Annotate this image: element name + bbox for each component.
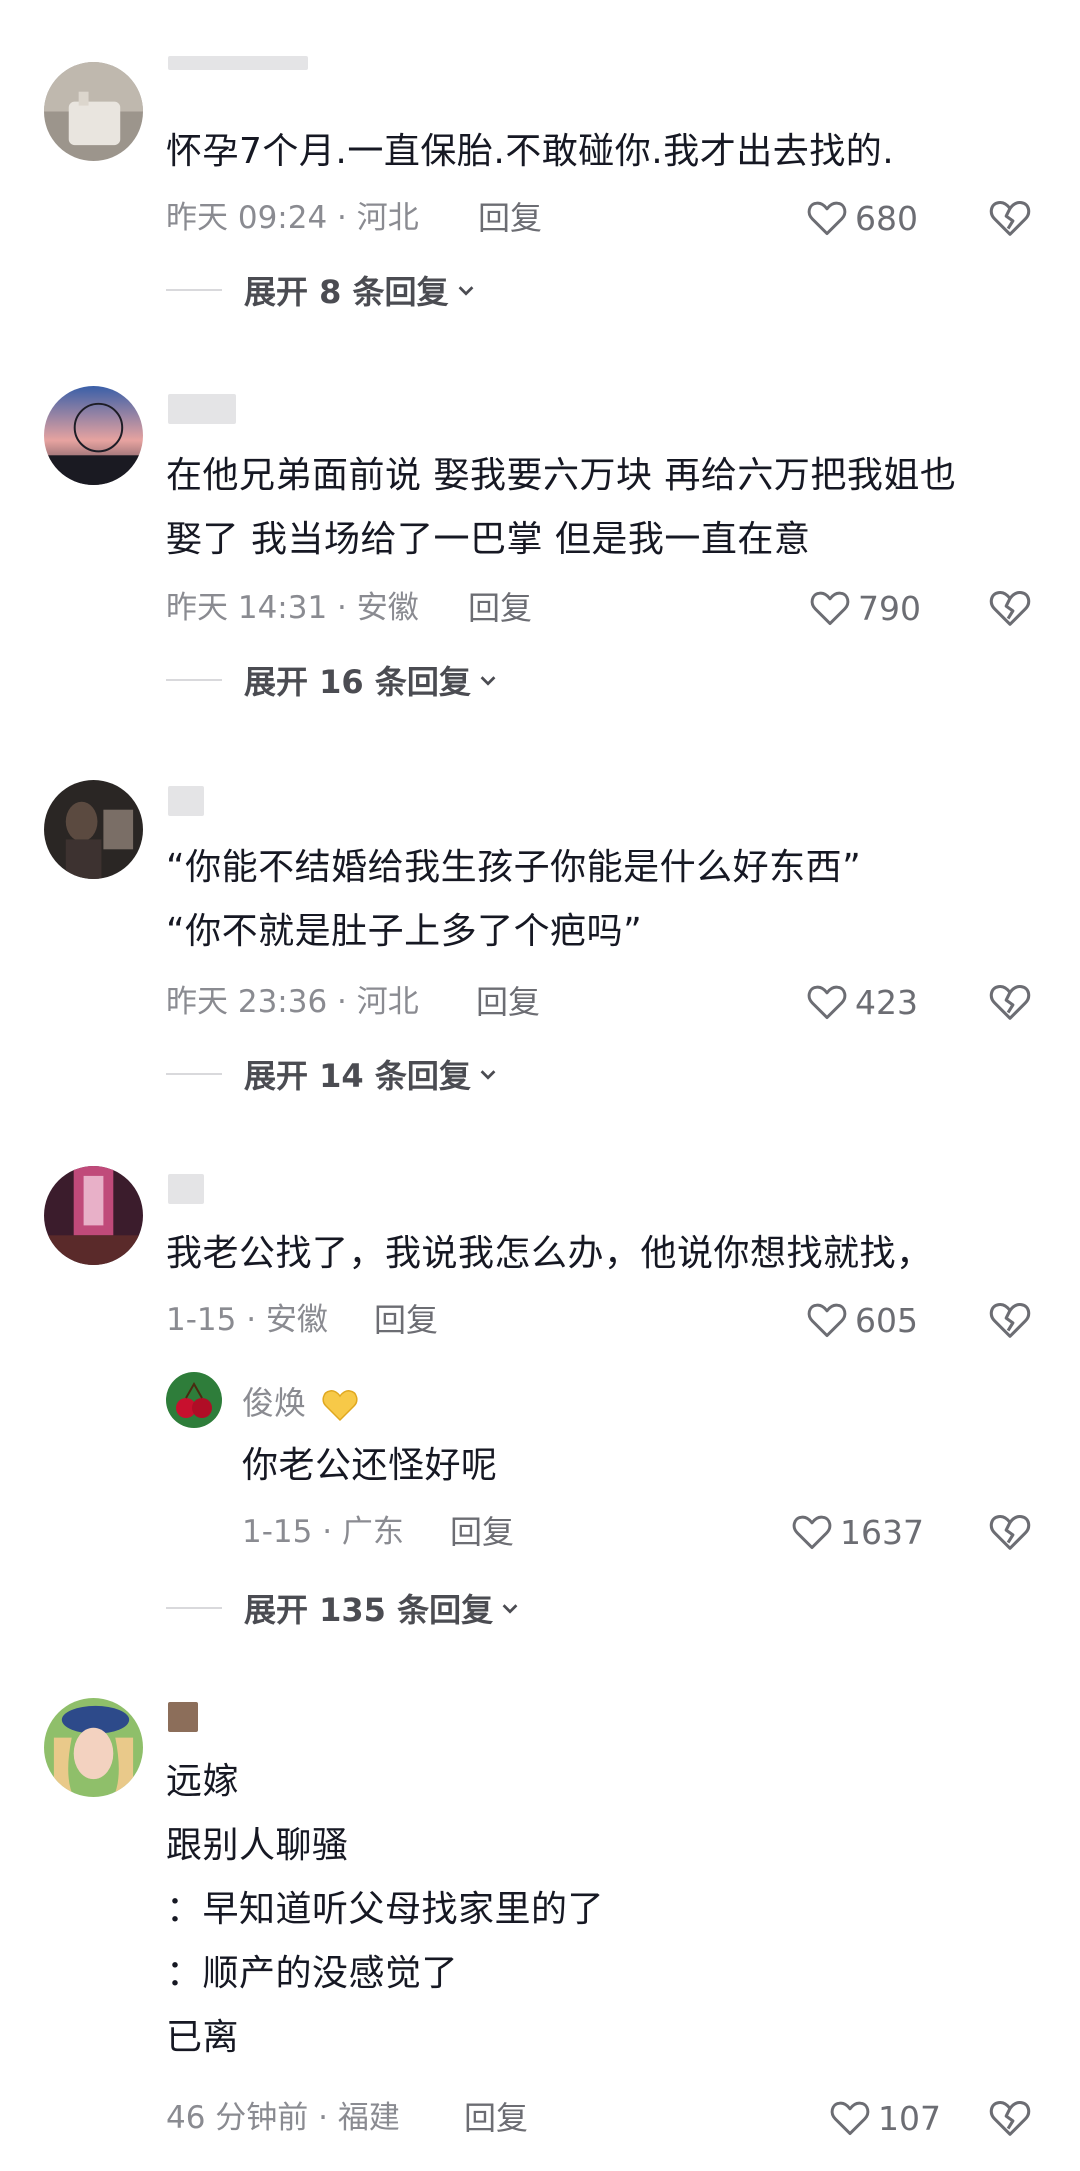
comment-meta: 昨天 23:36 · 河北 xyxy=(166,984,419,1020)
comment-line: 怀孕7个月.一直保胎.不敢碰你.我才出去找的. xyxy=(166,131,895,172)
broken-heart-icon xyxy=(989,984,1031,1020)
comment-line: 跟别人聊骚 xyxy=(166,1825,349,1866)
broken-heart-icon xyxy=(989,590,1031,626)
dislike-button[interactable] xyxy=(987,1297,1033,1343)
like-button[interactable]: 605 xyxy=(805,1297,918,1343)
comment-meta: 46 分钟前 · 福建 xyxy=(166,2100,400,2136)
divider-dash xyxy=(166,1073,222,1075)
divider-dash xyxy=(166,679,222,681)
username-redacted[interactable] xyxy=(168,1702,198,1732)
heart-outline-icon xyxy=(807,201,847,236)
reply-avatar[interactable] xyxy=(166,1372,222,1428)
expand-replies-label: 展开 135 条回复 xyxy=(244,1591,494,1629)
reply-text: 你老公还怪好呢 xyxy=(242,1434,498,1498)
like-button[interactable]: 1637 xyxy=(790,1509,924,1555)
like-button[interactable]: 107 xyxy=(828,2095,941,2141)
expand-replies-label: 展开 8 条回复 xyxy=(244,273,449,311)
comment-text: 怀孕7个月.一直保胎.不敢碰你.我才出去找的. xyxy=(166,120,894,184)
like-button[interactable]: 790 xyxy=(808,585,921,631)
broken-heart-icon xyxy=(989,2100,1031,2136)
comment-text: 在他兄弟面前说 娶我要六万块 再给六万把我姐也 娶了 我当场给了一巴掌 但是我一… xyxy=(166,444,956,572)
dislike-button[interactable] xyxy=(987,1509,1033,1555)
username-redacted[interactable] xyxy=(168,394,236,424)
yellow-heart-icon xyxy=(322,1390,358,1422)
comment-meta: 1-15 · 安徽 xyxy=(166,1302,328,1338)
broken-heart-icon xyxy=(989,200,1031,236)
chevron-down-icon xyxy=(458,286,473,296)
username-redacted[interactable] xyxy=(168,1174,204,1204)
comment-line: ：顺产的没感觉了 xyxy=(166,1953,459,1994)
heart-outline-icon xyxy=(810,591,850,626)
broken-heart-icon xyxy=(989,1302,1031,1338)
chevron-down-icon xyxy=(502,1604,518,1614)
expand-replies-button[interactable]: 展开 16 条回复 xyxy=(166,658,499,702)
user-avatar[interactable] xyxy=(44,1698,143,1797)
expand-replies-button[interactable]: 展开 8 条回复 xyxy=(166,268,477,312)
heart-outline-icon xyxy=(830,2101,870,2136)
avatar-image xyxy=(44,1698,143,1797)
user-avatar[interactable] xyxy=(44,1166,143,1265)
reply-button[interactable]: 回复 xyxy=(468,586,532,630)
heart-outline-icon xyxy=(807,1303,847,1338)
reply-button[interactable]: 回复 xyxy=(374,1298,438,1342)
chevron-down-icon xyxy=(480,1070,496,1080)
comment-meta: 昨天 09:24 · 河北 xyxy=(166,200,419,236)
reply-button[interactable]: 回复 xyxy=(450,1510,514,1554)
comment-line: “你不就是肚子上多了个疤吗” xyxy=(166,911,643,952)
avatar-image xyxy=(44,1166,143,1265)
expand-replies-button[interactable]: 展开 14 条回复 xyxy=(166,1052,499,1096)
comment-meta: 昨天 14:31 · 安徽 xyxy=(166,590,419,626)
like-count: 1637 xyxy=(840,1512,924,1552)
expand-replies-label: 展开 14 条回复 xyxy=(244,1057,471,1095)
comment-line: 在他兄弟面前说 娶我要六万块 再给六万把我姐也 xyxy=(166,455,957,496)
comment-line: 远嫁 xyxy=(166,1761,240,1802)
avatar-image xyxy=(44,62,143,161)
dislike-button[interactable] xyxy=(987,2095,1033,2141)
reply-button[interactable]: 回复 xyxy=(478,196,542,240)
like-count: 605 xyxy=(855,1300,918,1340)
comment-text: 我老公找了，我说我怎么办，他说你想找就找， xyxy=(166,1222,933,1286)
comment-line: 娶了 我当场给了一巴掌 但是我一直在意 xyxy=(166,519,811,560)
like-count: 107 xyxy=(878,2098,941,2138)
dislike-button[interactable] xyxy=(987,979,1033,1025)
expand-replies-button[interactable]: 展开 135 条回复 xyxy=(166,1586,521,1630)
comment-line: ：早知道听父母找家里的了 xyxy=(166,1889,605,1930)
expand-replies-label: 展开 16 条回复 xyxy=(244,663,471,701)
avatar-image xyxy=(44,386,143,485)
chevron-down-icon xyxy=(480,676,496,686)
comment-line: “你能不结婚给我生孩子你能是什么好东西” xyxy=(166,847,862,888)
heart-outline-icon xyxy=(792,1515,832,1550)
avatar-image xyxy=(44,780,143,879)
dislike-button[interactable] xyxy=(987,195,1033,241)
username-redacted[interactable] xyxy=(168,786,204,816)
divider-dash xyxy=(166,1607,222,1609)
user-avatar[interactable] xyxy=(44,780,143,879)
broken-heart-icon xyxy=(989,1514,1031,1550)
username-redacted[interactable] xyxy=(168,56,308,70)
user-avatar[interactable] xyxy=(44,62,143,161)
like-count: 680 xyxy=(855,198,918,238)
comment-text: 远嫁 跟别人聊骚 ：早知道听父母找家里的了 ：顺产的没感觉了 已离 xyxy=(166,1750,604,2070)
divider-dash xyxy=(166,289,222,291)
comment-text: “你能不结婚给我生孩子你能是什么好东西” “你不就是肚子上多了个疤吗” xyxy=(166,836,861,964)
like-count: 423 xyxy=(855,982,918,1022)
reply-button[interactable]: 回复 xyxy=(476,980,540,1024)
like-button[interactable]: 423 xyxy=(805,979,918,1025)
reply-button[interactable]: 回复 xyxy=(464,2096,528,2140)
reply-line: 你老公还怪好呢 xyxy=(242,1445,498,1486)
reply-username-text: 俊焕 xyxy=(242,1384,307,1422)
heart-outline-icon xyxy=(807,985,847,1020)
dislike-button[interactable] xyxy=(987,585,1033,631)
comment-line: 我老公找了，我说我怎么办，他说你想找就找， xyxy=(166,1233,933,1274)
reply-meta: 1-15 · 广东 xyxy=(242,1514,404,1550)
like-count: 790 xyxy=(858,588,921,628)
reply-username[interactable]: 俊焕 xyxy=(242,1378,360,1425)
like-button[interactable]: 680 xyxy=(805,195,918,241)
comment-line: 已离 xyxy=(166,2017,240,2058)
user-avatar[interactable] xyxy=(44,386,143,485)
cherry-avatar-image xyxy=(166,1372,222,1428)
